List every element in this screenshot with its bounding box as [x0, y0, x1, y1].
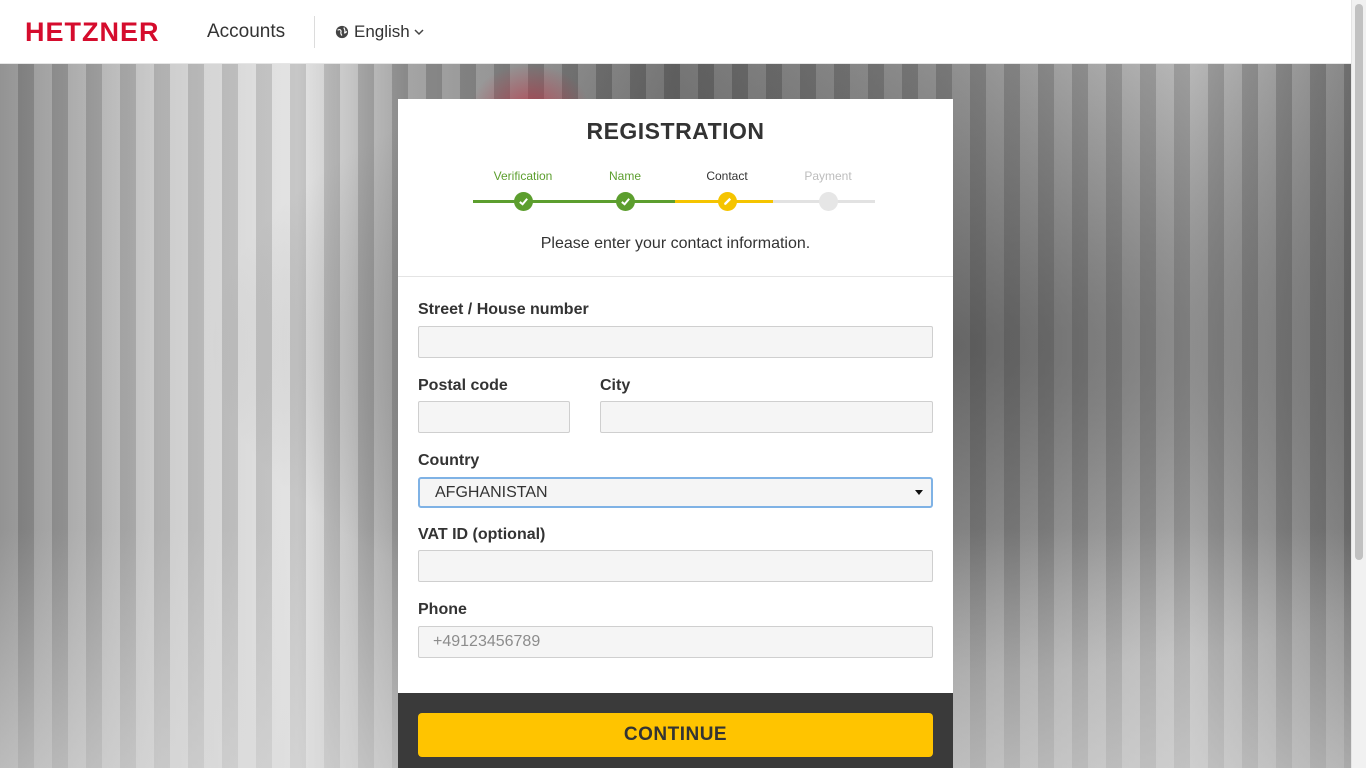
language-selector[interactable]: English [335, 20, 424, 44]
postal-code-label: Postal code [418, 377, 508, 394]
check-icon [620, 198, 630, 206]
step-dot-verification [513, 192, 533, 211]
registration-card: REGISTRATION Verification Name Contact P… [398, 99, 953, 768]
progress-steps: Verification Name Contact Payment [473, 169, 875, 215]
vat-id-label: VAT ID (optional) [418, 526, 546, 543]
country-value: AFGHANISTAN [435, 484, 548, 501]
chevron-down-icon [414, 29, 424, 36]
pencil-icon [723, 197, 731, 206]
phone-label: Phone [418, 601, 467, 618]
step-dot-payment [818, 192, 838, 211]
scrollbar-thumb[interactable] [1355, 4, 1363, 560]
step-label-payment: Payment [804, 169, 852, 183]
hetzner-logo[interactable]: HETZNER [25, 17, 160, 47]
step-label-contact: Contact [706, 169, 748, 183]
page-scrollbar[interactable] [1351, 0, 1366, 768]
step-label-name: Name [608, 169, 641, 183]
card-divider [398, 276, 953, 277]
country-label: Country [418, 452, 480, 469]
step-dot-name [615, 192, 635, 211]
step-label-verification: Verification [493, 169, 553, 183]
step-line-name [523, 200, 625, 203]
app-name: Accounts [207, 21, 286, 42]
country-select[interactable]: AFGHANISTAN [418, 477, 933, 508]
city-label: City [600, 377, 631, 394]
postal-code-input[interactable] [418, 401, 570, 433]
instruction-text: Please enter your contact information. [540, 235, 811, 252]
phone-input[interactable] [418, 626, 933, 658]
header-divider [314, 16, 315, 48]
step-dot-contact [717, 192, 737, 211]
city-input[interactable] [600, 401, 933, 433]
card-footer: CONTINUE [398, 693, 953, 768]
check-icon [518, 198, 528, 206]
vat-id-input[interactable] [418, 550, 933, 582]
continue-button[interactable]: CONTINUE [418, 713, 933, 757]
globe-icon [335, 25, 349, 39]
language-label: English [354, 22, 410, 41]
page-title: REGISTRATION [586, 118, 765, 144]
street-input[interactable] [418, 326, 933, 358]
dropdown-arrow-icon [915, 490, 923, 495]
top-header: HETZNER Accounts English [0, 0, 1351, 64]
street-label: Street / House number [418, 301, 589, 318]
